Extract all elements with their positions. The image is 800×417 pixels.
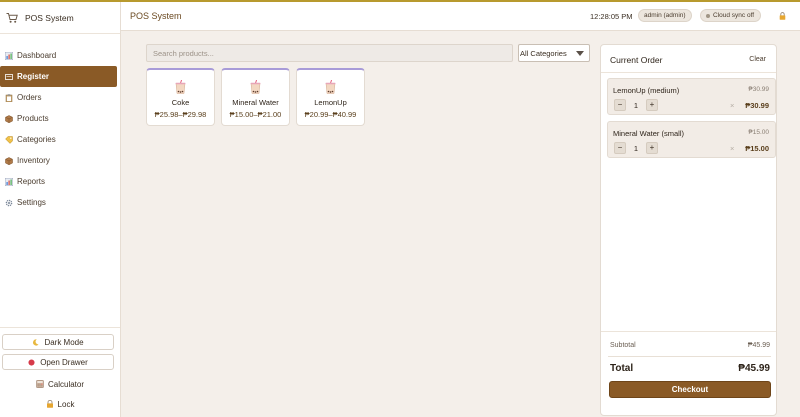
bubble-tea-icon <box>250 80 261 94</box>
line-item-name: Mineral Water (small) <box>613 129 684 138</box>
sidebar-item-label: Inventory <box>17 156 50 165</box>
category-filter-value: All Categories <box>520 48 567 58</box>
status-dot-icon <box>706 13 710 18</box>
increase-qty-button[interactable]: + <box>646 142 658 154</box>
cart-icon <box>6 12 18 23</box>
sidebar-item-categories[interactable]: Categories <box>0 129 116 150</box>
total-value: ₱45.99 <box>738 363 770 374</box>
subtotal-label: Subtotal <box>610 342 636 349</box>
calculator-button[interactable]: Calculator <box>0 374 120 394</box>
line-item-unit-price: ₱15.00 <box>748 129 769 136</box>
open-drawer-label: Open Drawer <box>40 357 88 367</box>
sidebar-item-settings[interactable]: Settings <box>0 192 116 213</box>
lock-button[interactable]: Lock <box>0 394 120 414</box>
moon-icon <box>33 338 39 345</box>
product-card-lemonup[interactable]: LemonUp ₱20.99–₱40.99 <box>296 68 365 126</box>
total-row: Total ₱45.99 <box>610 363 770 374</box>
checkout-button[interactable]: Checkout <box>609 381 771 398</box>
product-price: ₱15.00–₱21.00 <box>229 110 282 119</box>
calculator-label: Calculator <box>47 379 84 389</box>
subtotal-row: Subtotal ₱45.99 <box>610 342 770 349</box>
calculator-icon <box>36 380 44 388</box>
sidebar: POS System Dashboard Register Orders Pro… <box>0 2 121 417</box>
dark-mode-button[interactable]: Dark Mode <box>2 334 114 350</box>
subtotal-value: ₱45.99 <box>747 342 770 349</box>
register-icon <box>5 73 13 80</box>
remove-item-icon[interactable]: × <box>730 144 734 153</box>
order-title: Current Order <box>610 55 663 65</box>
brand: POS System <box>0 2 120 34</box>
open-drawer-button[interactable]: Open Drawer <box>2 354 114 370</box>
sidebar-item-dashboard[interactable]: Dashboard <box>0 45 116 66</box>
product-name: Mineral Water <box>232 98 279 107</box>
product-card-coke[interactable]: Coke ₱25.98–₱29.98 <box>146 68 215 126</box>
increase-qty-button[interactable]: + <box>646 99 658 111</box>
sidebar-item-orders[interactable]: Orders <box>0 87 116 108</box>
line-item-qty: 1 <box>633 144 639 153</box>
clear-order-button[interactable]: Clear <box>749 56 766 63</box>
product-price: ₱25.98–₱29.98 <box>154 110 207 119</box>
sidebar-item-products[interactable]: Products <box>0 108 116 129</box>
user-badge[interactable]: admin (admin) <box>638 9 692 22</box>
line-item-unit-price: ₱30.99 <box>748 86 769 93</box>
summary-divider <box>608 356 771 357</box>
gear-icon <box>5 199 13 206</box>
decrease-qty-button[interactable]: − <box>614 99 626 111</box>
sidebar-item-register[interactable]: Register <box>0 66 117 87</box>
sync-status-label: Cloud sync off <box>713 12 755 19</box>
line-item-qty: 1 <box>633 101 639 110</box>
order-line-item: Mineral Water (small) ₱15.00 − 1 + × ₱15… <box>607 121 776 158</box>
drawer-icon <box>28 358 35 366</box>
sidebar-item-label: Products <box>17 114 49 123</box>
sidebar-item-label: Orders <box>17 93 42 102</box>
sync-status-badge[interactable]: Cloud sync off <box>700 9 761 22</box>
product-price: ₱20.99–₱40.99 <box>304 110 357 119</box>
order-summary: Subtotal ₱45.99 Total ₱45.99 Checkout <box>601 331 776 415</box>
box-icon <box>5 114 13 123</box>
box-icon <box>5 156 13 165</box>
category-filter-select[interactable]: All Categories <box>518 44 590 62</box>
line-item-total: ₱30.99 <box>745 101 769 110</box>
sidebar-item-inventory[interactable]: Inventory <box>0 150 116 171</box>
chevron-down-icon <box>576 51 584 56</box>
page-title: POS System <box>130 11 182 21</box>
total-label: Total <box>610 363 634 374</box>
sidebar-item-label: Register <box>17 72 50 81</box>
top-header: POS System 12:28:05 PM admin (admin) Clo… <box>121 2 800 31</box>
sidebar-item-label: Reports <box>17 177 46 186</box>
sidebar-footer: Dark Mode Open Drawer Calculator Lock <box>0 327 120 417</box>
brand-title: POS System <box>25 12 74 23</box>
dark-mode-label: Dark Mode <box>44 337 84 347</box>
product-card-mineral-water[interactable]: Mineral Water ₱15.00–₱21.00 <box>221 68 290 126</box>
chart-icon <box>5 51 13 60</box>
product-search-input[interactable] <box>146 44 513 62</box>
chart-icon <box>5 177 13 186</box>
bubble-tea-icon <box>325 80 336 94</box>
lock-icon[interactable] <box>779 12 786 20</box>
sidebar-item-label: Categories <box>17 135 56 144</box>
clock: 12:28:05 PM <box>590 12 633 21</box>
order-header: Current Order Clear <box>601 45 776 73</box>
product-name: LemonUp <box>314 98 347 107</box>
sidebar-nav: Dashboard Register Orders Products Categ… <box>0 45 120 213</box>
sidebar-item-label: Settings <box>17 198 46 207</box>
lock-label: Lock <box>57 399 75 409</box>
product-name: Coke <box>171 98 190 107</box>
line-item-total: ₱15.00 <box>745 144 769 153</box>
bubble-tea-icon <box>175 80 186 94</box>
current-order-panel: Current Order Clear LemonUp (medium) ₱30… <box>600 44 777 416</box>
clipboard-icon <box>5 93 13 102</box>
lock-icon <box>46 400 53 408</box>
sidebar-item-reports[interactable]: Reports <box>0 171 116 192</box>
order-line-item: LemonUp (medium) ₱30.99 − 1 + × ₱30.99 <box>607 78 776 115</box>
user-badge-label: admin (admin) <box>644 12 686 19</box>
sidebar-item-label: Dashboard <box>17 51 57 60</box>
tag-icon <box>5 135 13 144</box>
decrease-qty-button[interactable]: − <box>614 142 626 154</box>
remove-item-icon[interactable]: × <box>730 101 734 110</box>
line-item-name: LemonUp (medium) <box>613 86 680 95</box>
